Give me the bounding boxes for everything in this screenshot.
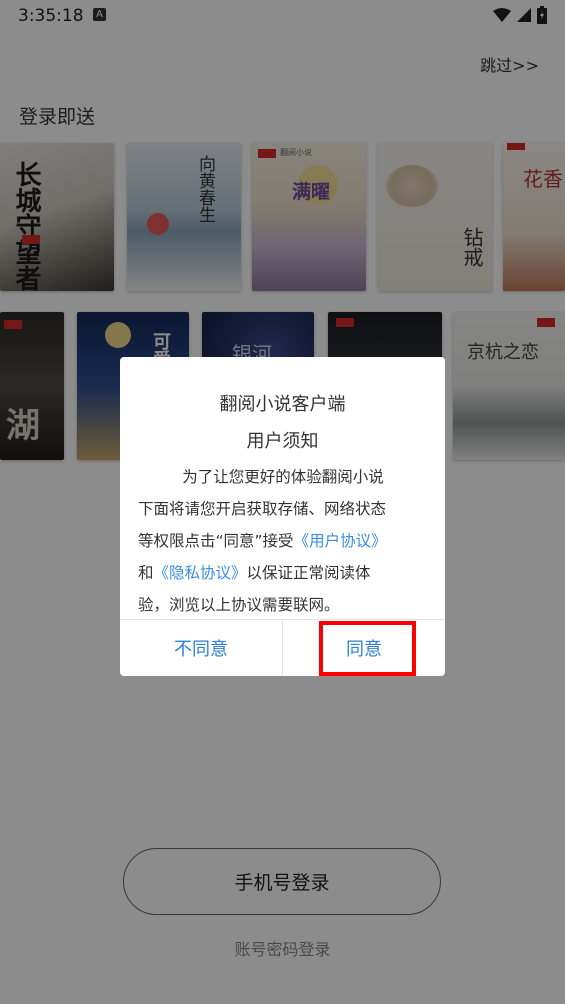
dialog-text: 等权限点击“同意”接受 <box>138 532 294 550</box>
dialog-body: 为了让您更好的体验翻阅小说 下面将请您开启获取存储、网络状态 等权限点击“同意”… <box>138 461 428 621</box>
dialog-line: 和《隐私协议》以保证正常阅读体 <box>138 557 428 589</box>
agree-highlight-box <box>319 621 416 676</box>
dialog-line: 下面将请您开启获取存储、网络状态 <box>138 500 387 518</box>
dialog-text: 和 <box>138 564 154 582</box>
dialog-subtitle: 用户须知 <box>246 431 319 452</box>
disagree-button[interactable]: 不同意 <box>120 619 282 676</box>
dialog-line: 为了让您更好的体验翻阅小说 <box>182 468 384 486</box>
dialog-title: 翻阅小说客户端 <box>219 394 346 415</box>
dialog-text: 以保证正常阅读体 <box>246 564 371 582</box>
user-agreement-link[interactable]: 《用户协议》 <box>294 532 387 550</box>
dialog-line: 验，浏览以上协议需要联网。 <box>138 596 340 614</box>
privacy-policy-link[interactable]: 《隐私协议》 <box>154 564 247 582</box>
dialog-line: 等权限点击“同意”接受《用户协议》 <box>138 525 428 557</box>
